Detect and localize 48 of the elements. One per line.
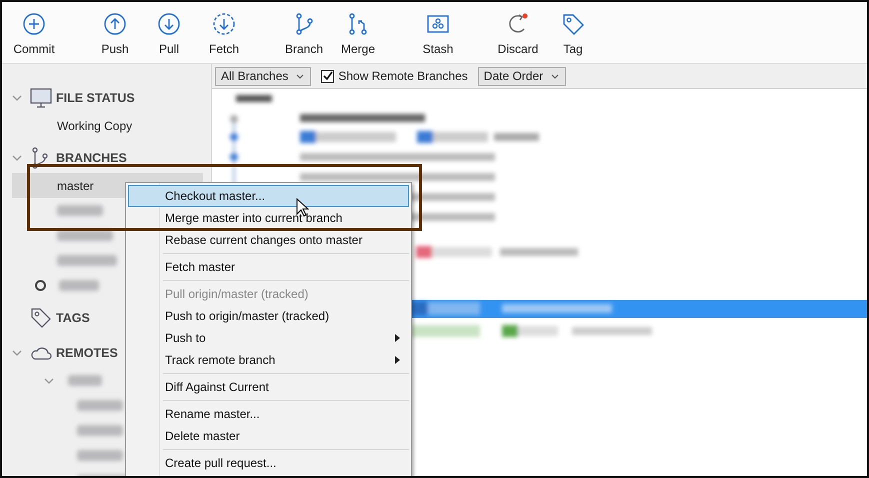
blurred-header: [236, 95, 272, 102]
tag-icon: [561, 12, 585, 36]
toolbar-button[interactable]: Branch: [277, 2, 331, 57]
toolbar-button[interactable]: Push: [88, 2, 142, 57]
menu-item[interactable]: Push to origin/master (tracked): [128, 305, 409, 327]
toolbar-button[interactable]: Pull: [142, 2, 196, 57]
chevron-icon[interactable]: [12, 94, 22, 102]
toolbar-button[interactable]: Commit: [7, 2, 61, 57]
section-title: REMOTES: [56, 346, 118, 360]
menu-item[interactable]: Rename master...: [128, 403, 409, 425]
chevron-icon[interactable]: [12, 154, 22, 162]
tag-icon: [30, 306, 52, 328]
section-title: FILE STATUS: [56, 90, 135, 104]
cloud-icon: [30, 344, 52, 360]
menu-item[interactable]: Track remote branch: [128, 349, 409, 371]
menu-item[interactable]: Delete master: [128, 425, 409, 447]
monitor-icon: [30, 88, 52, 108]
commit-dot: [230, 115, 238, 123]
chevron-icon[interactable]: [12, 348, 22, 356]
menu-item[interactable]: Create pull request...: [128, 452, 409, 474]
toolbar-button[interactable]: Tag: [546, 2, 600, 57]
checkbox[interactable]: [321, 70, 334, 82]
push-icon: [103, 12, 127, 36]
menu-item[interactable]: Fetch master: [128, 256, 409, 278]
toolbar-button[interactable]: Stash: [411, 2, 465, 57]
caret-icon: [296, 74, 304, 78]
blurred-label[interactable]: [57, 230, 113, 241]
section-title: TAGS: [56, 310, 90, 324]
menu-item[interactable]: Push to: [128, 327, 409, 349]
pull-icon: [157, 12, 181, 36]
toolbar-button[interactable]: Merge: [331, 2, 385, 57]
toolbar-button[interactable]: Discard: [491, 2, 545, 57]
commit-dot: [230, 153, 238, 161]
fetch-icon: [212, 12, 236, 36]
commit-dot: [230, 133, 238, 141]
toolbar-button[interactable]: Fetch: [197, 2, 251, 57]
commit-icon: [22, 12, 46, 36]
sidebar-item[interactable]: master: [57, 178, 94, 192]
order-dropdown[interactable]: Date Order: [478, 66, 566, 86]
section-title: BRANCHES: [56, 150, 127, 164]
menu-item[interactable]: Checkout master...: [128, 185, 409, 207]
branch-filter-dropdown[interactable]: All Branches: [215, 66, 312, 86]
checkbox-label[interactable]: Show Remote Branches: [338, 69, 468, 83]
sidebar-item[interactable]: Working Copy: [57, 118, 132, 132]
menu-item[interactable]: Rebase current changes onto master: [128, 229, 409, 251]
chevron-icon[interactable]: [44, 376, 54, 384]
menu-item[interactable]: Diff Against Current: [128, 376, 409, 398]
caret-icon: [551, 74, 560, 78]
